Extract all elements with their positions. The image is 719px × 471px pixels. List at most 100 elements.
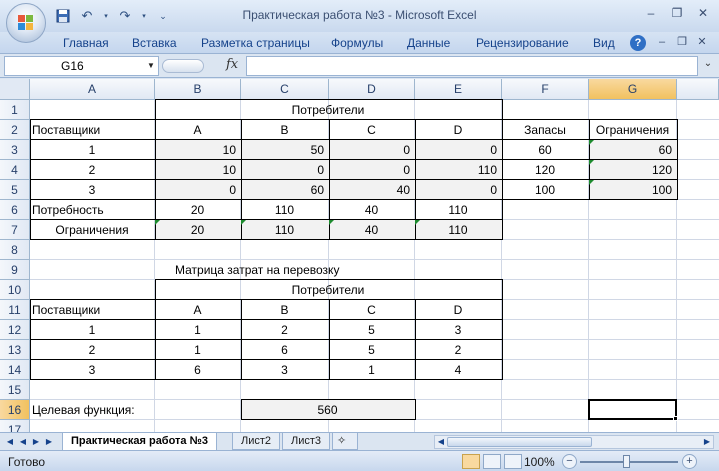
selected-cell-g16[interactable] xyxy=(588,399,677,420)
cell-a5[interactable]: 3 xyxy=(30,180,154,200)
tab-page-layout[interactable]: Разметка страницы xyxy=(201,36,310,50)
cell-e12[interactable]: 3 xyxy=(415,320,501,340)
cell-a13[interactable]: 2 xyxy=(30,340,154,360)
cell-e2[interactable]: D xyxy=(415,120,501,140)
cell-e5[interactable]: 0 xyxy=(415,180,501,200)
zoom-out-icon[interactable]: − xyxy=(562,454,577,469)
sheet-tab-sheet3[interactable]: Лист3 xyxy=(282,433,331,450)
close-icon[interactable]: ✕ xyxy=(691,4,715,22)
cell-a4[interactable]: 2 xyxy=(30,160,154,180)
row-header-3[interactable]: 3 xyxy=(0,140,30,160)
formula-input[interactable] xyxy=(246,56,698,76)
cell-c12[interactable]: 2 xyxy=(241,320,328,340)
cell-e11[interactable]: D xyxy=(415,300,501,320)
page-break-view-icon[interactable] xyxy=(504,454,522,469)
fill-handle[interactable] xyxy=(673,416,678,421)
column-header-h[interactable] xyxy=(677,79,719,100)
cell-c7[interactable]: 110 xyxy=(241,220,328,240)
column-header-a[interactable]: A xyxy=(30,79,155,100)
row-header-14[interactable]: 14 xyxy=(0,360,30,380)
workbook-close-icon[interactable]: ✕ xyxy=(694,34,710,50)
zoom-level[interactable]: 100% xyxy=(524,455,555,469)
tab-home[interactable]: Главная xyxy=(63,36,109,50)
cell-b7[interactable]: 20 xyxy=(155,220,240,240)
cell-b11[interactable]: A xyxy=(155,300,240,320)
cell-b14[interactable]: 6 xyxy=(155,360,240,380)
row-header-12[interactable]: 12 xyxy=(0,320,30,340)
row-header-9[interactable]: 9 xyxy=(0,260,30,280)
cost-matrix-title[interactable]: Матрица затрат на перевозку xyxy=(173,260,519,280)
sheet-tab-sheet2[interactable]: Лист2 xyxy=(232,433,281,450)
row-header-15[interactable]: 15 xyxy=(0,380,30,400)
cell-c13[interactable]: 6 xyxy=(241,340,328,360)
page-layout-view-icon[interactable] xyxy=(483,454,501,469)
cell-a7[interactable]: Ограничения xyxy=(30,220,154,240)
prev-sheet-icon[interactable]: ◀ xyxy=(17,435,29,449)
cell-g5[interactable]: 100 xyxy=(589,180,676,200)
scroll-left-icon[interactable]: ◀ xyxy=(435,436,447,448)
cell-e6[interactable]: 110 xyxy=(415,200,501,220)
cell-d3[interactable]: 0 xyxy=(329,140,414,160)
cell-d5[interactable]: 40 xyxy=(329,180,414,200)
cell-d6[interactable]: 40 xyxy=(329,200,414,220)
column-header-c[interactable]: C xyxy=(241,79,329,100)
last-sheet-icon[interactable]: ▶ xyxy=(43,435,55,449)
tab-insert[interactable]: Вставка xyxy=(132,36,177,50)
column-header-d[interactable]: D xyxy=(329,79,415,100)
office-button[interactable] xyxy=(6,3,46,43)
column-header-f[interactable]: F xyxy=(502,79,589,100)
row-header-16[interactable]: 16 xyxy=(0,400,30,420)
sheet-tab-practical-work-3[interactable]: Практическая работа №3 xyxy=(62,433,217,451)
cell-c5[interactable]: 60 xyxy=(241,180,328,200)
objective-value[interactable]: 560 xyxy=(241,400,414,420)
cell-b6[interactable]: 20 xyxy=(155,200,240,220)
next-sheet-icon[interactable]: ▶ xyxy=(30,435,42,449)
tab-formulas[interactable]: Формулы xyxy=(331,36,383,50)
name-box-dropdown-icon[interactable]: ▼ xyxy=(147,61,155,70)
help-icon[interactable]: ? xyxy=(630,35,646,51)
zoom-in-icon[interactable]: + xyxy=(682,454,697,469)
cell-d4[interactable]: 0 xyxy=(329,160,414,180)
cell-c3[interactable]: 50 xyxy=(241,140,328,160)
cell-f2[interactable]: Запасы xyxy=(502,120,588,140)
tab-data[interactable]: Данные xyxy=(407,36,450,50)
row-header-8[interactable]: 8 xyxy=(0,240,30,260)
row-header-5[interactable]: 5 xyxy=(0,180,30,200)
cell-e3[interactable]: 0 xyxy=(415,140,501,160)
cell-e14[interactable]: 4 xyxy=(415,360,501,380)
column-header-g[interactable]: G xyxy=(589,79,677,100)
cell-e7[interactable]: 110 xyxy=(415,220,501,240)
cell-a2[interactable]: Поставщики xyxy=(30,120,154,140)
expand-formula-bar-icon[interactable]: ⌄ xyxy=(701,58,715,74)
header-consumers[interactable]: Потребители xyxy=(155,100,501,120)
cell-b12[interactable]: 1 xyxy=(155,320,240,340)
cell-a14[interactable]: 3 xyxy=(30,360,154,380)
cell-d13[interactable]: 5 xyxy=(329,340,414,360)
tab-review[interactable]: Рецензирование xyxy=(476,36,569,50)
cell-c2[interactable]: B xyxy=(241,120,328,140)
cell-c4[interactable]: 0 xyxy=(241,160,328,180)
column-header-e[interactable]: E xyxy=(415,79,502,100)
cell-b13[interactable]: 1 xyxy=(155,340,240,360)
cell-f5[interactable]: 100 xyxy=(502,180,588,200)
row-header-2[interactable]: 2 xyxy=(0,120,30,140)
workbook-minimize-icon[interactable]: – xyxy=(654,34,670,50)
normal-view-icon[interactable] xyxy=(462,454,480,469)
row-header-10[interactable]: 10 xyxy=(0,280,30,300)
cell-c11[interactable]: B xyxy=(241,300,328,320)
column-header-b[interactable]: B xyxy=(155,79,241,100)
cell-b5[interactable]: 0 xyxy=(155,180,240,200)
cell-c6[interactable]: 110 xyxy=(241,200,328,220)
cell-c14[interactable]: 3 xyxy=(241,360,328,380)
minimize-icon[interactable]: – xyxy=(639,4,663,22)
cell-a11[interactable]: Поставщики xyxy=(30,300,154,320)
cell-g3[interactable]: 60 xyxy=(589,140,676,160)
row-header-17[interactable]: 17 xyxy=(0,420,30,432)
tab-view[interactable]: Вид xyxy=(593,36,615,50)
formula-splitter[interactable] xyxy=(162,59,204,73)
horizontal-scrollbar[interactable]: ◀ ▶ xyxy=(434,435,714,449)
first-sheet-icon[interactable]: ◀ xyxy=(4,435,16,449)
cell-d12[interactable]: 5 xyxy=(329,320,414,340)
cell-a12[interactable]: 1 xyxy=(30,320,154,340)
cell-f3[interactable]: 60 xyxy=(502,140,588,160)
